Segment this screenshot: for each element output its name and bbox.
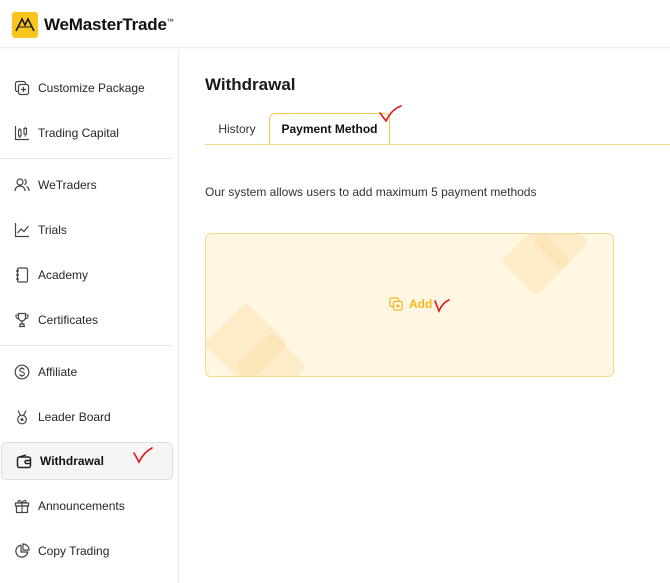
sidebar-item-trials[interactable]: Trials: [0, 211, 172, 249]
square-plus-icon: [14, 80, 30, 96]
sidebar-item-label: Announcements: [38, 499, 125, 513]
sidebar-item-withdrawal[interactable]: Withdrawal: [1, 442, 173, 480]
pie-chart-icon: [15, 543, 30, 558]
sidebar-item-label: Withdrawal: [40, 454, 104, 468]
sidebar-item-label: Certificates: [38, 313, 99, 327]
add-label: Add: [409, 297, 433, 311]
logo-mark-icon: [12, 12, 38, 38]
app-name: WeMasterTrade™: [44, 15, 174, 34]
tab-history[interactable]: History: [205, 113, 269, 145]
sidebar-divider: [0, 345, 172, 346]
sidebar-item-wetraders[interactable]: WeTraders: [0, 166, 172, 204]
sidebar-item-label: Academy: [38, 268, 89, 282]
sidebar-item-label: Trials: [38, 223, 67, 237]
add-payment-method-button[interactable]: Add: [389, 297, 432, 311]
sidebar-divider: [0, 158, 172, 159]
tab-payment-method[interactable]: Payment Method: [269, 113, 390, 145]
sidebar: Customize Package Trading Capital WeTrad…: [0, 49, 179, 583]
users-icon: [14, 178, 30, 192]
payment-limit-info: Our system allows users to add maximum 5…: [205, 185, 537, 199]
wallet-icon: [16, 454, 32, 469]
candlestick-icon: [14, 126, 29, 141]
sidebar-item-label: Copy Trading: [38, 544, 110, 558]
sidebar-item-label: Leader Board: [38, 410, 111, 424]
medal-icon: [17, 410, 27, 425]
sidebar-item-academy[interactable]: Academy: [0, 256, 172, 294]
sidebar-item-label: WeTraders: [38, 178, 97, 192]
gift-icon: [14, 499, 30, 514]
sidebar-item-customize-package[interactable]: Customize Package: [0, 69, 172, 107]
line-chart-icon: [14, 223, 29, 238]
sidebar-item-label: Customize Package: [38, 81, 145, 95]
sidebar-item-certificates[interactable]: Certificates: [0, 301, 172, 339]
tabs-underline: [205, 144, 670, 145]
sidebar-item-copy-trading[interactable]: Copy Trading: [0, 532, 172, 570]
top-header: WeMasterTrade™: [0, 0, 670, 48]
trophy-icon: [15, 312, 29, 328]
add-payment-method-card[interactable]: Add: [205, 233, 614, 377]
sidebar-item-affiliate[interactable]: Affiliate: [0, 353, 172, 391]
add-copy-icon: [389, 297, 403, 311]
sidebar-item-trading-capital[interactable]: Trading Capital: [0, 114, 172, 152]
notebook-icon: [16, 267, 29, 283]
dollar-circle-icon: [14, 364, 30, 380]
sidebar-item-label: Affiliate: [38, 365, 78, 379]
sidebar-item-label: Trading Capital: [38, 126, 119, 140]
sidebar-item-announcements[interactable]: Announcements: [0, 487, 172, 525]
app-logo[interactable]: WeMasterTrade™: [12, 12, 174, 38]
sidebar-item-leader-board[interactable]: Leader Board: [0, 398, 172, 436]
page-title: Withdrawal: [205, 75, 296, 94]
